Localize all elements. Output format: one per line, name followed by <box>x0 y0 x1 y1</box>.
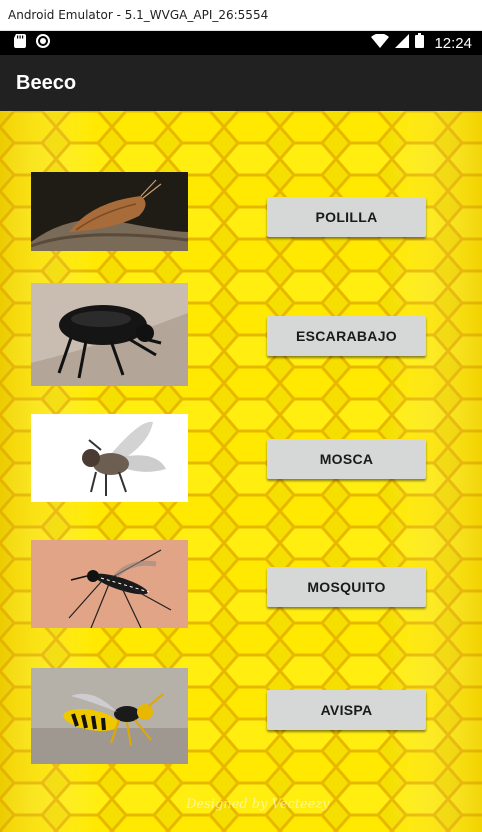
beetle-image <box>31 283 188 386</box>
circle-icon <box>36 33 50 53</box>
wasp-button[interactable]: AVISPA <box>267 690 426 730</box>
wifi-icon <box>371 32 390 53</box>
battery-icon <box>415 33 425 53</box>
wasp-image <box>31 668 188 764</box>
emulator-window-title: Android Emulator - 5.1_WVGA_API_26:5554 <box>8 8 269 22</box>
honeycomb-background: POLILLA ESCARABAJO MOSCA MOSQUITO AVISPA… <box>0 111 482 832</box>
status-time: 12:24 <box>434 34 472 52</box>
mosquito-image <box>31 540 188 628</box>
moth-image <box>31 172 188 251</box>
status-bar: 12:24 <box>0 31 482 55</box>
fly-image <box>31 414 188 502</box>
mosquito-button[interactable]: MOSQUITO <box>267 567 426 607</box>
beetle-button[interactable]: ESCARABAJO <box>267 316 426 356</box>
fly-button[interactable]: MOSCA <box>267 439 426 479</box>
moth-button[interactable]: POLILLA <box>267 197 426 237</box>
signal-icon <box>395 33 410 53</box>
emulator-window-titlebar: Android Emulator - 5.1_WVGA_API_26:5554 <box>0 0 482 31</box>
app-bar: Beeco <box>0 55 482 111</box>
watermark: Designed by Vecteezy <box>186 797 330 812</box>
sd-card-icon <box>14 33 26 53</box>
app-title: Beeco <box>16 71 77 94</box>
